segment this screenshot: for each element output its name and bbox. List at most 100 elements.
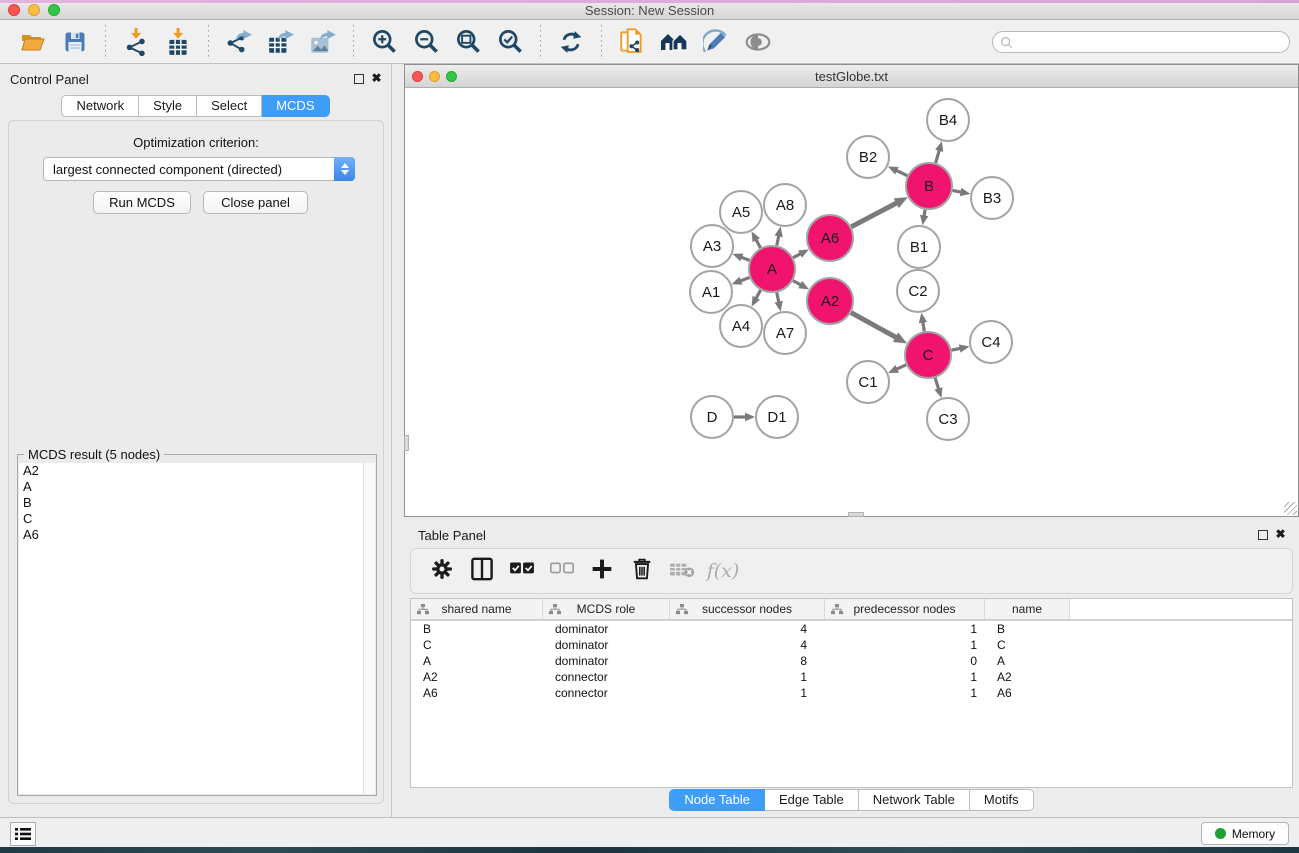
edge-A6-B[interactable] <box>851 202 898 227</box>
table-cell[interactable]: C <box>985 637 1070 653</box>
resize-grip[interactable] <box>1284 502 1297 515</box>
float-panel-icon[interactable] <box>354 74 364 84</box>
search-input[interactable] <box>1013 35 1289 49</box>
graph-node-B[interactable]: B <box>906 163 952 209</box>
table-cell[interactable]: A6 <box>985 685 1070 701</box>
table-cell[interactable]: A2 <box>985 669 1070 685</box>
zoom-out-button[interactable] <box>408 25 444 59</box>
graph-node-B2[interactable]: B2 <box>847 136 889 178</box>
graph-node-A5[interactable]: A5 <box>720 191 762 233</box>
home-view-button[interactable] <box>656 25 692 59</box>
table-cell[interactable]: B <box>411 621 543 637</box>
table-cell[interactable]: connector <box>543 685 670 701</box>
delete-column-button[interactable] <box>627 556 657 586</box>
graph-node-C[interactable]: C <box>905 332 951 378</box>
table-cell[interactable]: A <box>985 653 1070 669</box>
export-image-button[interactable] <box>305 25 341 59</box>
table-cell[interactable]: dominator <box>543 653 670 669</box>
graph-node-B4[interactable]: B4 <box>927 99 969 141</box>
create-column-button[interactable] <box>587 556 617 586</box>
graphics-details-button[interactable] <box>740 25 776 59</box>
table-float-panel-icon[interactable] <box>1258 530 1268 540</box>
tab-node-table[interactable]: Node Table <box>669 789 765 811</box>
left-collapse-handle[interactable] <box>404 435 409 451</box>
run-mcds-button[interactable]: Run MCDS <box>93 191 191 214</box>
refresh-button[interactable] <box>553 25 589 59</box>
table-cell[interactable]: dominator <box>543 637 670 653</box>
table-settings-button[interactable] <box>427 556 457 586</box>
column-header-name[interactable]: name <box>985 599 1070 619</box>
tab-network-table[interactable]: Network Table <box>859 789 970 811</box>
graph-node-A4[interactable]: A4 <box>720 305 762 347</box>
tab-motifs[interactable]: Motifs <box>970 789 1034 811</box>
graph-node-A6[interactable]: A6 <box>807 215 853 261</box>
tab-select[interactable]: Select <box>197 95 262 117</box>
table-cell[interactable]: B <box>985 621 1070 637</box>
graph-node-B3[interactable]: B3 <box>971 177 1013 219</box>
table-row[interactable]: A6connector11A6 <box>411 685 1292 701</box>
graph-node-A1[interactable]: A1 <box>690 271 732 313</box>
node-table[interactable]: shared nameMCDS rolesuccessor nodesprede… <box>410 598 1293 788</box>
table-cell[interactable]: A2 <box>411 669 543 685</box>
column-header-successor-nodes[interactable]: successor nodes <box>670 599 825 619</box>
column-layout-button[interactable] <box>467 556 497 586</box>
save-session-button[interactable] <box>57 25 93 59</box>
table-cell[interactable]: 8 <box>670 653 825 669</box>
result-scrollbar[interactable] <box>363 463 375 794</box>
edge-A2-C[interactable] <box>851 313 897 339</box>
close-panel-icon[interactable]: ✖ <box>370 72 383 85</box>
table-cell[interactable]: A <box>411 653 543 669</box>
select-all-columns-button[interactable] <box>507 556 537 586</box>
import-table-button[interactable] <box>160 25 196 59</box>
bottom-collapse-handle[interactable] <box>848 512 864 517</box>
graph-node-A3[interactable]: A3 <box>691 225 733 267</box>
table-row[interactable]: A2connector11A2 <box>411 669 1292 685</box>
graph-node-A7[interactable]: A7 <box>764 312 806 354</box>
tab-edge-table[interactable]: Edge Table <box>765 789 859 811</box>
result-item[interactable]: A2 <box>19 463 363 479</box>
edge-B-B2[interactable] <box>895 170 907 176</box>
graph-node-C1[interactable]: C1 <box>847 361 889 403</box>
criterion-dropdown[interactable]: largest connected component (directed) <box>43 157 355 181</box>
table-cell[interactable]: dominator <box>543 621 670 637</box>
column-header-MCDS-role[interactable]: MCDS role <box>543 599 670 619</box>
result-item[interactable]: A6 <box>19 527 363 543</box>
table-cell[interactable]: 4 <box>670 637 825 653</box>
duplicate-network-button[interactable] <box>614 25 650 59</box>
graph-node-A8[interactable]: A8 <box>764 184 806 226</box>
memory-button[interactable]: Memory <box>1201 822 1289 845</box>
table-row[interactable]: Adominator80A <box>411 653 1292 669</box>
result-item[interactable]: B <box>19 495 363 511</box>
tab-style[interactable]: Style <box>139 95 197 117</box>
table-row[interactable]: Cdominator41C <box>411 637 1292 653</box>
table-cell[interactable]: 1 <box>825 669 985 685</box>
deselect-all-columns-button[interactable] <box>547 556 577 586</box>
export-network-button[interactable] <box>221 25 257 59</box>
result-item[interactable]: A <box>19 479 363 495</box>
zoom-fit-button[interactable] <box>450 25 486 59</box>
result-item[interactable]: C <box>19 511 363 527</box>
table-cell[interactable]: connector <box>543 669 670 685</box>
graph-node-B1[interactable]: B1 <box>898 226 940 268</box>
table-cell[interactable]: 0 <box>825 653 985 669</box>
edge-B-B4[interactable] <box>936 149 940 163</box>
tab-mcds[interactable]: MCDS <box>262 95 329 117</box>
graph-node-C2[interactable]: C2 <box>897 270 939 312</box>
table-cell[interactable]: 1 <box>670 669 825 685</box>
table-row[interactable]: Bdominator41B <box>411 621 1292 637</box>
table-cell[interactable]: A6 <box>411 685 543 701</box>
graph-node-D1[interactable]: D1 <box>756 396 798 438</box>
mcds-result-list[interactable]: A2ABCA6 <box>19 463 363 794</box>
import-network-button[interactable] <box>118 25 154 59</box>
table-cell[interactable]: 4 <box>670 621 825 637</box>
graph-node-C3[interactable]: C3 <box>927 398 969 440</box>
close-panel-button[interactable]: Close panel <box>203 191 308 214</box>
graph-node-C4[interactable]: C4 <box>970 321 1012 363</box>
column-header-shared-name[interactable]: shared name <box>411 599 543 619</box>
graph-node-A2[interactable]: A2 <box>807 278 853 324</box>
graph-node-A[interactable]: A <box>749 246 795 292</box>
task-history-button[interactable] <box>10 822 36 846</box>
table-cell[interactable]: C <box>411 637 543 653</box>
export-table-button[interactable] <box>263 25 299 59</box>
graph-node-D[interactable]: D <box>691 396 733 438</box>
